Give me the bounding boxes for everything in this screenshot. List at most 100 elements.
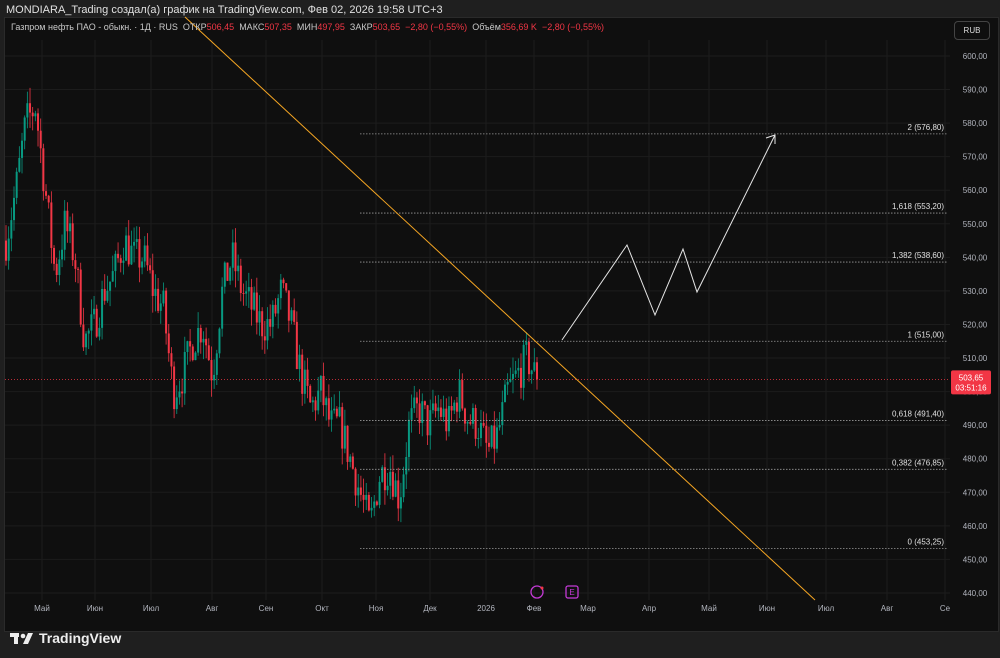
symbol-name[interactable]: Газпром нефть ПАО - обыкн. · 1Д · RUS (11, 22, 178, 32)
price-tick: 530,00 (963, 287, 988, 296)
candle-body (101, 288, 104, 328)
candle-body (61, 249, 64, 260)
candle-body (333, 408, 336, 411)
candle-body (303, 369, 306, 394)
candle-body (34, 113, 37, 117)
candle-body (471, 408, 474, 424)
candle-body (373, 501, 376, 508)
candle-body (357, 487, 360, 496)
candle-body (279, 279, 282, 299)
candle-body (383, 467, 386, 491)
candle-body (218, 328, 221, 354)
candle-body (469, 421, 472, 424)
candle-body (47, 195, 50, 203)
countdown-label: 03:51:16 (955, 383, 987, 392)
candle-body (266, 319, 269, 341)
candle-body (18, 157, 21, 172)
time-tick: Май (34, 604, 50, 613)
candle-body (394, 480, 397, 497)
candle-body (338, 407, 341, 417)
high-value: 507,35 (264, 22, 292, 32)
high-label: МАКС (239, 22, 265, 32)
candle-body (77, 268, 80, 270)
candle-body (517, 367, 520, 371)
price-tick: 590,00 (963, 86, 988, 95)
candle-body (335, 408, 338, 417)
candle-body (154, 288, 157, 296)
candle-body (445, 408, 448, 432)
candle-body (309, 385, 312, 403)
candle-body (141, 261, 144, 268)
price-tick: 520,00 (963, 320, 988, 329)
candle-body (351, 456, 354, 469)
candle-body (7, 238, 10, 261)
candle-body (439, 407, 442, 417)
price-tick: 470,00 (963, 488, 988, 497)
candle-body (498, 425, 501, 428)
candle-body (23, 117, 26, 141)
price-tick: 560,00 (963, 186, 988, 195)
volume-value: 356,69 K (500, 22, 537, 32)
candle-body (418, 403, 421, 423)
candle-body (237, 265, 240, 272)
candle-body (42, 148, 45, 192)
candle-body (314, 400, 317, 411)
candle-body (210, 360, 213, 381)
candle-body (343, 425, 346, 449)
fib-level-label: 0,618 (491,40) (892, 409, 944, 418)
time-tick: Се (940, 604, 951, 613)
candle-body (461, 380, 464, 409)
candle-body (15, 171, 18, 198)
candle-body (293, 310, 296, 322)
time-tick: Окт (315, 604, 329, 613)
candle-body (159, 303, 162, 311)
symbol-legend: Газпром нефть ПАО - обыкн. · 1Д · RUS ОТ… (11, 22, 604, 32)
candle-body (189, 341, 192, 347)
tradingview-logo[interactable]: TradingView (10, 630, 121, 646)
candle-body (157, 288, 160, 311)
candle-body (111, 271, 114, 282)
currency-button[interactable]: RUB (954, 21, 990, 40)
candle-body (423, 401, 426, 406)
candle-body (114, 253, 117, 272)
candle-body (175, 397, 178, 410)
candle-body (213, 374, 216, 381)
fib-level-label: 0 (453,25) (908, 537, 945, 546)
candle-body (167, 333, 170, 354)
candle-body (45, 191, 48, 196)
candle-body (346, 425, 349, 462)
candle-body (341, 407, 344, 449)
candle-body (274, 304, 277, 314)
candle-body (354, 468, 357, 496)
candle-body (82, 324, 85, 348)
candle-body (479, 423, 482, 439)
candle-body (463, 408, 466, 424)
candle-body (143, 245, 146, 262)
price-chart[interactable]: 600,00 590,00 580,00 570,00 560,00 550,00 540,… (0, 0, 1000, 658)
candle-body (151, 270, 154, 296)
candle-body (258, 311, 261, 323)
candle-body (397, 480, 400, 509)
volume-label: Объём (472, 22, 501, 32)
candle-body (10, 220, 13, 239)
candle-body (493, 425, 496, 449)
candle-body (453, 402, 456, 411)
candle-body (525, 341, 528, 345)
candle-body (133, 241, 136, 246)
fib-level-label: 1,382 (538,60) (892, 251, 944, 260)
candle-body (117, 253, 120, 259)
candle-body (79, 269, 82, 325)
candle-body (85, 333, 88, 348)
candle-body (415, 397, 418, 404)
candle-body (349, 456, 352, 462)
candle-body (162, 290, 165, 304)
candle-body (375, 501, 378, 505)
price-tick: 490,00 (963, 421, 988, 430)
candle-body (514, 370, 517, 374)
candle-body (69, 223, 72, 232)
candle-body (295, 321, 298, 370)
candle-body (287, 290, 290, 321)
candle-body (386, 485, 389, 491)
time-tick: Май (701, 604, 717, 613)
candle-body (119, 258, 122, 263)
